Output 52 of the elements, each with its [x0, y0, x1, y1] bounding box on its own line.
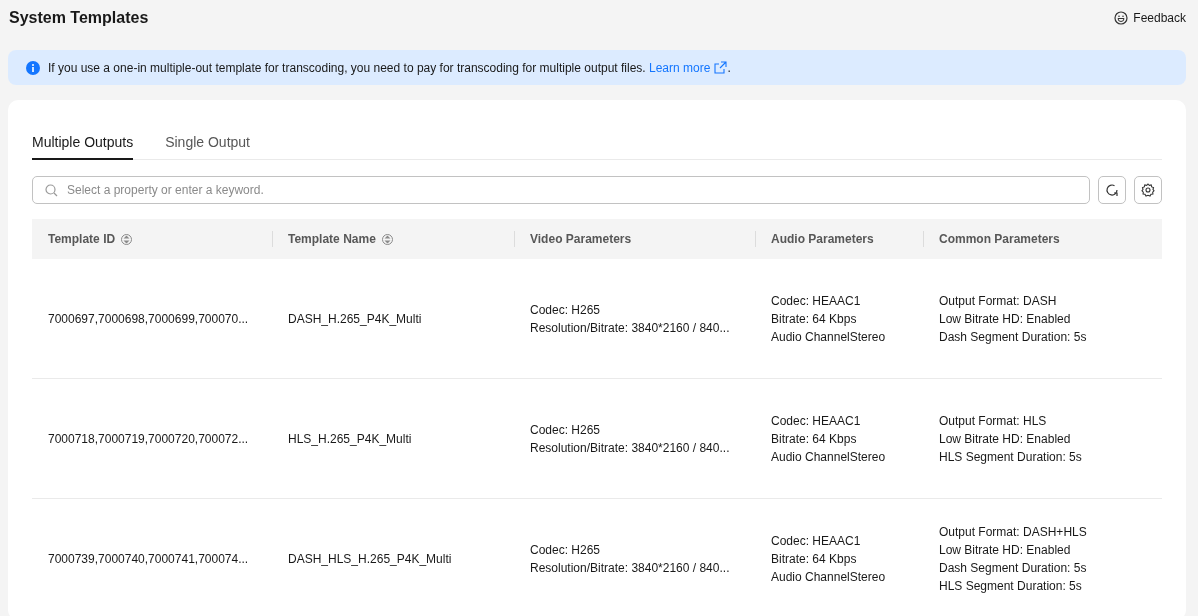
external-link-icon	[714, 60, 728, 74]
table-cell-text: Bitrate: 64 Kbps	[771, 310, 858, 328]
table-cell-text: Codec: HEAAC1	[771, 412, 862, 430]
smiley-icon	[1114, 11, 1129, 25]
column-header: Template Name	[288, 232, 376, 246]
table-cell-text: Resolution/Bitrate: 3840*2160 / 840...	[530, 439, 731, 457]
tab[interactable]: Single Output	[165, 126, 250, 160]
table-cell-text: Resolution/Bitrate: 3840*2160 / 840...	[530, 319, 731, 337]
table-cell-text: HLS Segment Duration: 5s	[939, 448, 1083, 466]
table-cell-text: Resolution/Bitrate: 3840*2160 / 840...	[530, 559, 731, 577]
table-cell-text: Low Bitrate HD: Enabled	[939, 430, 1072, 448]
table-cell-text: Bitrate: 64 Kbps	[771, 430, 858, 448]
info-icon	[26, 60, 40, 75]
table-cell-text: Low Bitrate HD: Enabled	[939, 310, 1072, 328]
table-cell-text: Audio ChannelStereo	[771, 448, 887, 466]
table-cell-text: Codec: H265	[530, 541, 602, 559]
table-cell-text: 7000718,7000719,7000720,700072...	[48, 430, 250, 448]
tab[interactable]: Multiple Outputs	[32, 126, 134, 160]
table-cell-text: Codec: H265	[530, 421, 602, 439]
table-cell-text: Output Format: DASH+HLS	[939, 523, 1088, 541]
search-field[interactable]: Select a property or enter a keyword.	[32, 176, 1090, 204]
table-cell-text: Output Format: HLS	[939, 412, 1048, 430]
table-cell-text: DASH_H.265_P4K_Multi	[288, 310, 423, 328]
sort-icon[interactable]	[381, 232, 393, 246]
refresh-icon	[1105, 183, 1119, 197]
table-cell-text: 7000739,7000740,7000741,700074...	[48, 550, 250, 568]
table-cell-text: DASH_HLS_H.265_P4K_Multi	[288, 550, 453, 568]
table-cell-text: Codec: HEAAC1	[771, 532, 862, 550]
notice-text: If you use a one-in multiple-out template for transcoding, you need to pay for transcoding for multiple output files. Learn more .	[48, 60, 731, 75]
table-cell-text: Audio ChannelStereo	[771, 568, 887, 586]
table-cell-text: HLS_H.265_P4K_Multi	[288, 430, 413, 448]
refresh-button[interactable]	[1098, 176, 1126, 204]
column-header: Common Parameters	[939, 232, 1060, 246]
learn-more-link[interactable]: Learn more	[649, 60, 728, 75]
column-header: Audio Parameters	[771, 232, 874, 246]
settings-icon	[1141, 183, 1155, 197]
table-cell-text: Dash Segment Duration: 5s	[939, 328, 1088, 346]
table-cell-text: Codec: H265	[530, 301, 602, 319]
sort-icon[interactable]	[121, 232, 133, 246]
table-cell-text: Bitrate: 64 Kbps	[771, 550, 858, 568]
feedback-button[interactable]: Feedback	[1114, 11, 1186, 25]
table-cell-text: Codec: HEAAC1	[771, 292, 862, 310]
column-header: Video Parameters	[530, 232, 632, 246]
settings-button[interactable]	[1134, 176, 1162, 204]
column-header: Template ID	[48, 232, 116, 246]
table-cell-text: Low Bitrate HD: Enabled	[939, 541, 1072, 559]
page-title: System Templates	[9, 9, 149, 27]
table-cell-text: HLS Segment Duration: 5s	[939, 577, 1083, 595]
table-cell-text: 7000697,7000698,7000699,700070...	[48, 310, 250, 328]
table-cell-text: Output Format: DASH	[939, 292, 1058, 310]
table-cell-text: Audio ChannelStereo	[771, 328, 887, 346]
table-cell-text: Dash Segment Duration: 5s	[939, 559, 1088, 577]
